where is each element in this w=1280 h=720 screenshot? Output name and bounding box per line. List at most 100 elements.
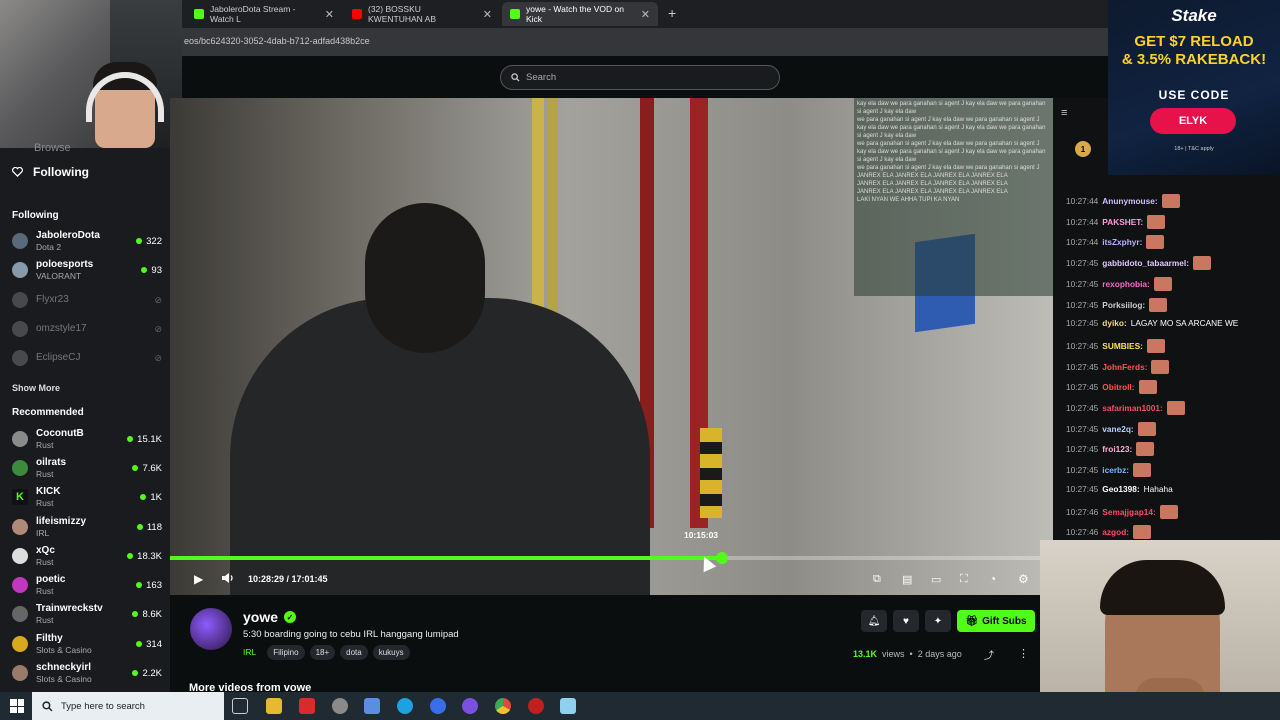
more-options-icon[interactable]: ⋮: [1018, 647, 1029, 660]
chat-username[interactable]: Obitroll:: [1102, 382, 1134, 392]
chat-username[interactable]: itsZxphyr:: [1102, 237, 1142, 247]
sidebar-channel-eclipsecj[interactable]: EclipseCJ ⊘: [12, 345, 162, 371]
tag-chip[interactable]: kukuys: [372, 644, 410, 660]
sidebar-nav-following[interactable]: Following: [12, 165, 89, 179]
follow-heart-button[interactable]: ♥: [893, 610, 919, 632]
overlay-line: we para ganahan si agent J kay ela daw w…: [857, 117, 1040, 123]
theater-mode-icon[interactable]: ▭: [931, 573, 941, 586]
sidebar-channel-trainwreckstv[interactable]: Trainwreckstv Rust 8.6K: [12, 601, 162, 627]
chat-username[interactable]: Geo1398:: [1102, 484, 1139, 494]
app-icon-dark-red[interactable]: [528, 698, 544, 714]
stake-ad-banner[interactable]: Stake GET $7 RELOAD & 3.5% RAKEBACK! USE…: [1108, 0, 1280, 175]
sidebar-channel-omzstyle17[interactable]: omzstyle17 ⊘: [12, 316, 162, 342]
edge-browser-icon[interactable]: [397, 698, 413, 714]
chrome-icon[interactable]: [495, 698, 511, 714]
speed-icon[interactable]: ◔: [989, 572, 996, 586]
close-tab-icon[interactable]: ✕: [483, 8, 492, 21]
fullscreen-icon[interactable]: ⛶: [960, 573, 968, 586]
share-icon[interactable]: ⤴: [984, 647, 994, 662]
close-tab-icon[interactable]: ✕: [641, 8, 650, 21]
ad-headline-line1: GET $7 RELOAD: [1134, 33, 1254, 50]
task-view-icon[interactable]: [232, 698, 248, 714]
chat-message: 10:27:45 Obitroll:: [1066, 380, 1157, 395]
search-placeholder: Search: [526, 72, 557, 83]
chat-username[interactable]: Anunymouse:: [1102, 196, 1157, 206]
browser-tab-3[interactable]: yowe - Watch the VOD on Kick ✕: [502, 2, 658, 26]
calculator-icon[interactable]: [364, 698, 380, 714]
chat-username[interactable]: JohnFerds:: [1102, 362, 1147, 372]
gift-subs-button[interactable]: 🎁︎ Gift Subs: [957, 610, 1035, 632]
sparkle-button[interactable]: ✦: [925, 610, 951, 632]
seek-bar[interactable]: [170, 552, 1053, 564]
show-more-button[interactable]: Show More: [12, 383, 60, 393]
chat-username[interactable]: dyiko:: [1102, 318, 1126, 328]
app-icon-gray[interactable]: [332, 698, 348, 714]
chat-username[interactable]: SUMBIES:: [1102, 341, 1143, 351]
chat-username[interactable]: Porksiilog:: [1102, 300, 1145, 310]
sidebar-channel-lifeismizzy[interactable]: lifeismizzy IRL 118: [12, 514, 162, 540]
category-link[interactable]: IRL: [243, 644, 262, 660]
chat-username[interactable]: rexophobia:: [1102, 279, 1149, 289]
obs-icon[interactable]: [462, 698, 478, 714]
app-icon-blue[interactable]: [430, 698, 446, 714]
chat-message: 10:27:45 dyiko: LAGAY MO SA ARCANE WE: [1066, 318, 1238, 328]
channel-avatar[interactable]: [190, 608, 232, 650]
chat-username[interactable]: azgod:: [1102, 527, 1129, 537]
chat-emote-icon: [1161, 194, 1180, 208]
address-bar[interactable]: eos/bc624320-3052-4dab-b712-adfad438b2ce: [182, 28, 1108, 56]
chat-username[interactable]: PAKSHET:: [1102, 217, 1143, 227]
sidebar-channel-oilrats[interactable]: oilrats Rust 7.6K: [12, 455, 162, 481]
play-icon[interactable]: ▶: [194, 572, 203, 586]
sidebar-channel-kick[interactable]: K KICK Rust 1K: [12, 484, 162, 510]
chat-username[interactable]: froi123:: [1102, 444, 1132, 454]
sidebar-channel-jaboleroDota[interactable]: JaboleroDota Dota 2 322: [12, 228, 162, 254]
chat-username[interactable]: gabbidoto_tabaarmel:: [1102, 258, 1189, 268]
search-input[interactable]: Search: [500, 65, 780, 90]
tag-chip[interactable]: 18+: [309, 644, 336, 660]
chat-collapse-icon[interactable]: ≡: [1061, 107, 1067, 119]
chat-username[interactable]: Semajjgap14:: [1102, 507, 1156, 517]
sidebar: Browse Following Following JaboleroDota D…: [0, 142, 170, 692]
chat-username[interactable]: icerbz:: [1102, 465, 1129, 475]
chat-username[interactable]: vane2q:: [1102, 424, 1133, 434]
browser-tab-1[interactable]: JaboleroDota Stream - Watch L ✕: [186, 2, 342, 26]
chat-message: 10:27:45 froi123:: [1066, 442, 1155, 457]
new-tab-icon[interactable]: +: [668, 5, 676, 21]
app-icon-red[interactable]: [299, 698, 315, 714]
sidebar-channel-coconutb[interactable]: CoconutB Rust 15.1K: [12, 426, 162, 452]
ad-code-button[interactable]: ELYK: [1150, 108, 1236, 134]
site-header: Search: [182, 56, 1053, 98]
avatar: [12, 548, 28, 564]
sidebar-channel-poloesports[interactable]: poloesports VALORANT 93: [12, 257, 162, 283]
chat-username[interactable]: safariman1001:: [1102, 403, 1162, 413]
settings-gear-icon[interactable]: ⚙: [1018, 572, 1029, 586]
clip-icon[interactable]: ▤: [902, 573, 912, 586]
windows-start-icon[interactable]: [10, 699, 24, 713]
volume-icon[interactable]: [221, 572, 234, 587]
time-readout: 10:28:29 / 17:01:45: [248, 574, 328, 584]
sidebar-channel-poetic[interactable]: poetic Rust 163: [12, 572, 162, 598]
notification-bell-button[interactable]: 🔔︎: [861, 610, 887, 632]
close-tab-icon[interactable]: ✕: [325, 8, 334, 21]
pip-icon[interactable]: ⧉: [873, 573, 881, 586]
app-icon-light-blue[interactable]: [560, 698, 576, 714]
tag-chip[interactable]: dota: [340, 644, 368, 660]
sidebar-channel-flyxr23[interactable]: Flyxr23 ⊘: [12, 287, 162, 313]
channel-name: poetic: [36, 573, 66, 585]
chat-message: 10:27:45 vane2q:: [1066, 421, 1156, 436]
chat-timestamp: 10:27:45: [1066, 444, 1099, 455]
seek-bar-handle[interactable]: [715, 552, 728, 564]
windows-taskbar: Type here to search: [0, 692, 1280, 720]
video-player[interactable]: kay ela daw we para ganahan si agent J k…: [170, 98, 1053, 595]
sidebar-channel-schneckyirl[interactable]: schneckyirl Slots & Casino 2.2K: [12, 660, 162, 686]
sidebar-channel-filthy[interactable]: Filthy Slots & Casino 314: [12, 631, 162, 657]
tag-chip[interactable]: Filipino: [267, 644, 305, 660]
sidebar-channel-xqc[interactable]: xQc Rust 18.3K: [12, 543, 162, 569]
channel-name: lifeismizzy: [36, 515, 87, 527]
browser-tab-2[interactable]: (32) BOSSKU KWENTUHAN AB ✕: [344, 2, 500, 26]
file-explorer-icon[interactable]: [266, 698, 282, 714]
channel-name[interactable]: yowe: [243, 609, 278, 625]
overlay-line: we para ganahan si agent J kay ela daw w…: [857, 141, 1040, 147]
taskbar-search-input[interactable]: Type here to search: [32, 692, 224, 720]
sidebar-browse-link[interactable]: Browse: [34, 142, 71, 154]
